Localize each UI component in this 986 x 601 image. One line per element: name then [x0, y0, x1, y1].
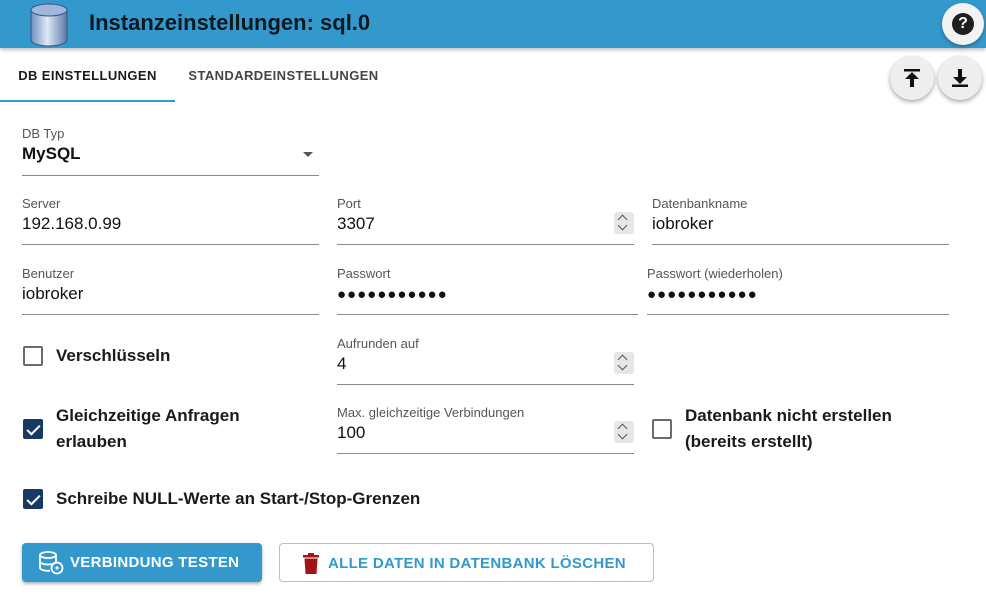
round-value: 4: [337, 354, 347, 373]
db-type-label: DB Typ: [22, 126, 65, 141]
max-connections-stepper[interactable]: [614, 421, 634, 443]
password-input[interactable]: Passwort ●●●●●●●●●●●: [337, 266, 638, 315]
delete-all-data-label: ALLE DATEN IN DATENBANK LÖSCHEN: [328, 555, 626, 572]
page-title: Instanzeinstellungen: sql.0: [89, 10, 371, 35]
question-mark-icon: ?: [952, 13, 974, 35]
db-name-value: iobroker: [652, 214, 714, 233]
delete-all-data-button[interactable]: ALLE DATEN IN DATENBANK LÖSCHEN: [279, 543, 654, 582]
max-connections-value: 100: [337, 423, 366, 442]
database-connection-icon: [39, 551, 64, 575]
download-icon: [952, 69, 968, 87]
db-type-value: MySQL: [22, 144, 81, 163]
no-create-db-checkbox[interactable]: Datenbank nicht erstellen (bereits erste…: [652, 403, 952, 457]
db-type-select[interactable]: DB Typ MySQL: [22, 126, 319, 176]
upload-icon: [904, 69, 920, 87]
no-create-db-checkbox-box[interactable]: [652, 419, 672, 439]
upload-button[interactable]: [890, 56, 934, 100]
password-value: ●●●●●●●●●●●: [337, 286, 448, 303]
write-nulls-label: Schreibe NULL-Werte an Start-/Stop-Grenz…: [56, 489, 421, 508]
parallel-requests-label-2: erlauben: [56, 432, 127, 451]
user-value: iobroker: [22, 284, 84, 303]
encrypt-label: Verschlüsseln: [56, 346, 171, 365]
port-value: 3307: [337, 214, 375, 233]
tab-default-settings[interactable]: STANDARDEINSTELLUNGEN: [175, 50, 392, 102]
encrypt-checkbox[interactable]: Verschlüsseln: [23, 343, 303, 371]
password-repeat-input[interactable]: Passwort (wiederholen) ●●●●●●●●●●●: [647, 266, 949, 315]
tab-db-settings[interactable]: DB EINSTELLUNGEN: [0, 50, 175, 102]
app-header: Instanzeinstellungen: sql.0 ?: [0, 0, 986, 48]
test-connection-button[interactable]: VERBINDUNG TESTEN: [22, 543, 262, 582]
max-connections-input[interactable]: Max. gleichzeitige Verbindungen 100: [337, 405, 634, 454]
chevron-down-icon: [303, 152, 313, 157]
db-name-label: Datenbankname: [652, 196, 748, 211]
port-input[interactable]: Port 3307: [337, 196, 634, 245]
port-label: Port: [337, 196, 361, 211]
round-input[interactable]: Aufrunden auf 4: [337, 336, 634, 385]
test-connection-label: VERBINDUNG TESTEN: [70, 554, 240, 571]
server-label: Server: [22, 196, 61, 211]
user-label: Benutzer: [22, 266, 75, 281]
encrypt-checkbox-box[interactable]: [23, 346, 43, 366]
round-label: Aufrunden auf: [337, 336, 419, 351]
parallel-requests-checkbox-box[interactable]: [23, 419, 43, 439]
help-button[interactable]: ?: [942, 3, 984, 45]
no-create-db-label-1: Datenbank nicht erstellen: [685, 406, 892, 425]
database-cylinder-icon: [30, 3, 68, 47]
user-input[interactable]: Benutzer iobroker: [22, 266, 319, 315]
round-stepper[interactable]: [614, 352, 634, 374]
max-connections-label: Max. gleichzeitige Verbindungen: [337, 405, 525, 420]
password-repeat-value: ●●●●●●●●●●●: [647, 286, 758, 303]
no-create-db-label-2: (bereits erstellt): [685, 432, 813, 451]
parallel-requests-label-1: Gleichzeitige Anfragen: [56, 406, 240, 425]
password-label: Passwort: [337, 266, 391, 281]
password-repeat-label: Passwort (wiederholen): [647, 266, 783, 281]
write-nulls-checkbox[interactable]: Schreibe NULL-Werte an Start-/Stop-Grenz…: [23, 486, 503, 514]
parallel-requests-checkbox[interactable]: Gleichzeitige Anfragen erlauben: [23, 403, 313, 457]
download-button[interactable]: [938, 56, 982, 100]
trash-icon: [303, 553, 319, 574]
server-value: 192.168.0.99: [22, 214, 122, 233]
server-input[interactable]: Server 192.168.0.99: [22, 196, 319, 245]
write-nulls-checkbox-box[interactable]: [23, 489, 43, 509]
port-stepper[interactable]: [614, 212, 634, 234]
db-name-input[interactable]: Datenbankname iobroker: [652, 196, 949, 245]
